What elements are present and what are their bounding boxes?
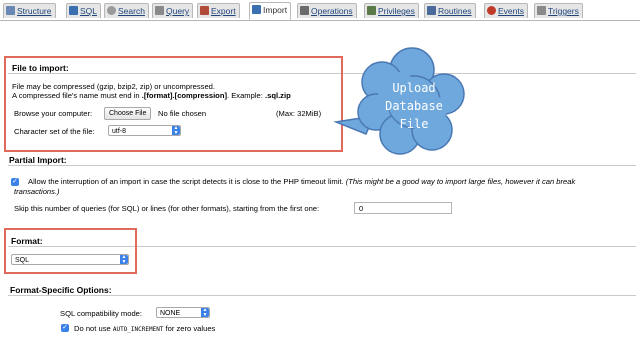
tab-bar: Structure SQL Search Query Export Import… xyxy=(0,0,640,21)
no-auto-increment-text: Do not use AUTO_INCREMENT for zero value… xyxy=(74,324,216,333)
allow-interrupt-note: transactions.) xyxy=(14,187,60,196)
skip-queries-input[interactable]: 0 xyxy=(354,202,452,214)
callout-text-line3: File xyxy=(400,117,429,131)
query-icon xyxy=(155,6,164,15)
partial-import-title: Partial Import: xyxy=(9,155,67,165)
tab-events[interactable]: Events xyxy=(484,3,528,18)
tab-query[interactable]: Query xyxy=(152,3,194,18)
privileges-icon xyxy=(367,6,376,15)
divider xyxy=(8,165,636,166)
operations-icon xyxy=(300,6,309,15)
tab-structure[interactable]: Structure xyxy=(3,3,56,18)
skip-label: Skip this number of queries (for SQL) or… xyxy=(14,204,320,213)
tab-import[interactable]: Import xyxy=(249,2,292,20)
triggers-icon xyxy=(537,6,546,15)
structure-icon xyxy=(6,6,15,15)
highlight-box-file-import xyxy=(4,56,343,152)
upload-callout-cloud: Upload Database File xyxy=(333,47,465,155)
sql-icon xyxy=(69,6,78,15)
tab-routines[interactable]: Routines xyxy=(424,3,476,18)
import-icon xyxy=(252,5,261,14)
tab-privileges[interactable]: Privileges xyxy=(364,3,419,18)
no-auto-increment-checkbox[interactable]: ✓ xyxy=(61,324,69,332)
events-icon xyxy=(487,6,496,15)
tab-triggers[interactable]: Triggers xyxy=(534,3,583,18)
callout-text-line1: Upload xyxy=(392,81,435,95)
routines-icon xyxy=(427,6,436,15)
tab-operations[interactable]: Operations xyxy=(297,3,357,18)
tab-export[interactable]: Export xyxy=(197,3,240,18)
tab-search[interactable]: Search xyxy=(104,3,149,18)
compat-label: SQL compatibility mode: xyxy=(60,309,143,318)
compat-mode-select[interactable]: NONE ▲ ▼ xyxy=(156,307,210,318)
allow-interrupt-checkbox[interactable]: ✓ xyxy=(11,178,19,186)
divider xyxy=(8,295,636,296)
export-icon xyxy=(200,6,209,15)
format-options-title: Format-Specific Options: xyxy=(10,285,112,295)
allow-interrupt-text: Allow the interruption of an import in c… xyxy=(28,177,576,186)
highlight-box-format xyxy=(4,228,137,274)
callout-text-line2: Database xyxy=(385,99,443,113)
search-icon xyxy=(107,6,116,15)
tab-sql[interactable]: SQL xyxy=(66,3,102,18)
chevron-updown-icon: ▲ ▼ xyxy=(201,307,209,318)
